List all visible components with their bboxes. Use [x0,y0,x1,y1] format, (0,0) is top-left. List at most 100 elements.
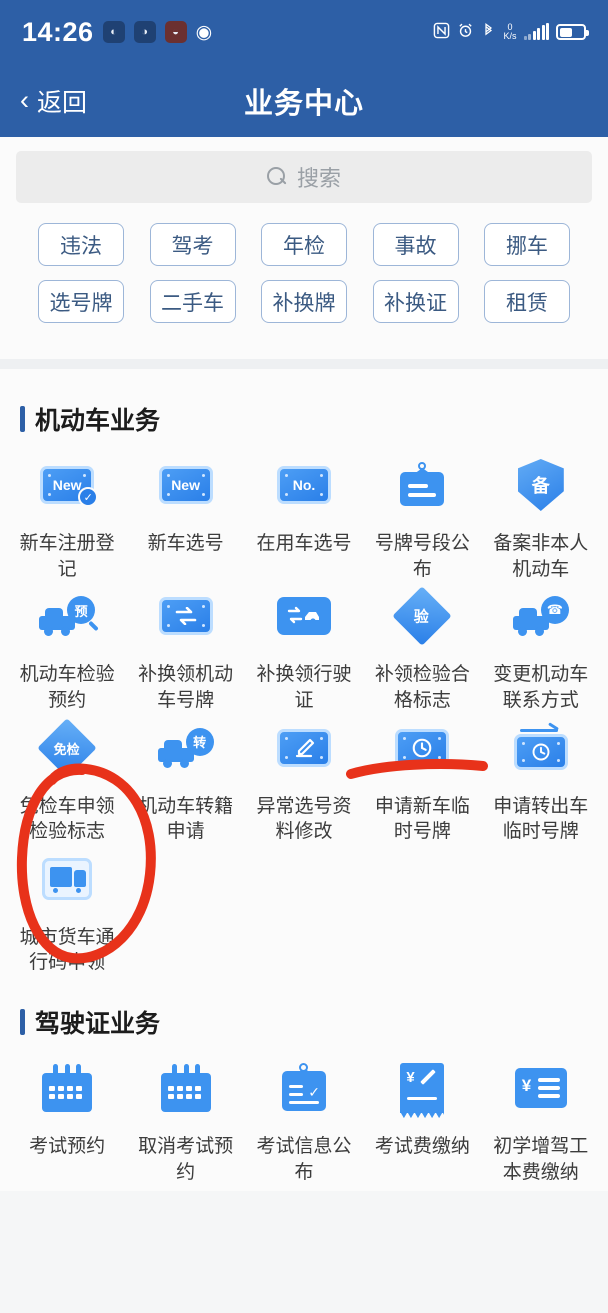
grid-item-label: 补换领行驶证 [256,664,352,711]
status-bar: 14:26 ◐ ◑ ◒ ◉ 0 K/s [0,0,608,64]
grid-item-label: 机动车检验预约 [19,664,115,711]
grid-item-new-vehicle-registration[interactable]: New ✓ 新车注册登记 [8,457,126,582]
back-button[interactable]: ‹ 返回 [20,83,87,119]
section-divider [0,359,608,369]
signboard-icon [394,457,450,513]
bubble-text: 预 [67,596,96,625]
grid-item-new-vehicle-plate-selection[interactable]: New 新车选号 [126,457,244,582]
chevron-left-icon: ‹ [20,85,29,115]
app-badge-1: ◐ [102,21,125,43]
search-and-tags-panel: 搜索 违法 驾考 年检 事故 挪车 选号牌 二手车 补换牌 补换证 租赁 [0,137,608,359]
search-icon [266,167,287,187]
plate-exchange-icon [158,588,214,644]
tag-buhuanpai[interactable]: 补换牌 [261,280,347,323]
diamond-yan-icon: 验 [392,586,453,646]
truck-box-icon [39,851,95,907]
section-vehicle-services: 机动车业务 New ✓ 新车注册登记 New 新车选号 No. 在用车选号 号牌… [0,369,608,983]
grid-item-label: 备案非本人机动车 [493,533,589,580]
grid-item-vehicle-inspection-appointment[interactable]: 预 机动车检验预约 [8,588,126,713]
nfc-icon [433,22,450,42]
tag-nianjian[interactable]: 年检 [261,223,347,266]
yen-symbol: ¥ [521,1076,532,1096]
grid-item-cancel-exam-appointment[interactable]: 取消考试预约 [126,1060,244,1185]
phone-screen: 14:26 ◐ ◑ ◒ ◉ 0 K/s ‹ 返回 业务中心 搜索 违法 驾考 年… [0,0,608,1313]
diamond-mianjian-icon: 免检 [37,717,97,778]
eye-icon: ◉ [195,21,213,43]
grid-item-label: 取消考试预约 [138,1136,234,1183]
check-icon: ✓ [78,487,99,507]
alarm-icon [457,22,474,42]
arrow-icon [519,721,562,734]
grid-item-city-truck-pass-code[interactable]: 城市货车通行码申领 [8,851,126,976]
grid-item-exam-fee-payment[interactable]: ¥ 考试费缴纳 [363,1060,481,1185]
grid-item-replace-driving-license[interactable]: 补换领行驶证 [245,588,363,713]
nav-bar: ‹ 返回 业务中心 [0,64,608,137]
car-phone-icon: ☎ [512,588,569,644]
quick-tags-row-1: 违法 驾考 年检 事故 挪车 [38,223,570,266]
tag-nuoche[interactable]: 挪车 [484,223,570,266]
grid-item-vehicle-transfer-application[interactable]: 转 机动车转籍申请 [126,720,244,845]
tag-weifa[interactable]: 违法 [38,223,124,266]
grid-item-label: 申请转出车临时号牌 [493,795,589,843]
grid-item-apply-new-vehicle-temp-plate[interactable]: 申请新车临时号牌 [363,720,481,845]
shield-text: 备 [531,476,550,496]
grid-item-label: 申请新车临时号牌 [374,795,470,843]
grid-item-apply-transfer-out-temp-plate[interactable]: 申请转出车临时号牌 [482,720,600,845]
grid-item-in-use-vehicle-plate-selection[interactable]: No. 在用车选号 [245,457,363,582]
tag-zulin[interactable]: 租赁 [484,280,570,323]
plate-text: New [171,477,200,493]
tag-jiakao[interactable]: 驾考 [149,223,236,266]
section-header: 机动车业务 [0,389,608,441]
grid-item-label: 异常选号资料修改 [256,795,352,843]
grid-item-record-non-owned-vehicle[interactable]: 备 备案非本人机动车 [482,457,600,582]
search-input[interactable]: 搜索 [16,151,592,203]
status-bar-left: 14:26 ◐ ◑ ◒ ◉ [22,17,212,48]
grid-item-exempt-vehicle-inspection-mark[interactable]: 免检 免检车申领检验标志 [8,717,126,845]
search-placeholder: 搜索 [296,166,341,191]
plate-clock-icon [394,720,450,776]
grid-item-label: 新车注册登记 [19,533,115,580]
plate-text: No. [292,477,316,493]
receipt-yen-pencil-icon: ¥ [394,1060,450,1116]
clipboard-check-icon: ✓ [276,1060,332,1116]
tag-shigu[interactable]: 事故 [372,223,459,266]
grid-item-label: 考试信息公布 [256,1136,352,1183]
signal-icon [523,23,549,40]
diamond-text: 验 [414,608,430,626]
network-speed-unit: K/s [503,31,517,41]
bluetooth-icon [481,22,496,42]
grid-item-label: 号牌号段公布 [374,533,470,580]
grid-item-plate-number-range-announcement[interactable]: 号牌号段公布 [363,457,481,582]
grid-item-exam-info-announcement[interactable]: ✓ 考试信息公布 [245,1060,363,1185]
card-car-exchange-icon [276,588,332,644]
calendar-icon [158,1060,214,1116]
grid-item-license-cost-payment[interactable]: ¥ 初学增驾工本费缴纳 [482,1060,600,1185]
plate-new-check-icon: New ✓ [39,457,99,513]
battery-icon [556,24,589,40]
grid-item-replace-vehicle-plate[interactable]: 补换领机动车号牌 [126,588,244,713]
grid-item-label: 新车选号 [147,533,224,554]
tag-buhuanzheng[interactable]: 补换证 [372,280,459,323]
app-badge-3: ◒ [164,21,187,43]
tag-ershouche[interactable]: 二手车 [149,280,236,323]
car-zhuan-icon: 转 [157,720,214,776]
grid-item-label: 在用车选号 [256,533,352,554]
grid-item-exam-appointment[interactable]: 考试预约 [8,1060,126,1185]
back-label: 返回 [37,88,88,117]
grid-item-change-vehicle-contact[interactable]: ☎ 变更机动车联系方式 [482,588,600,713]
phone-icon: ☎ [540,596,569,625]
car-magnifier-yu-icon: 预 [39,588,96,644]
tag-xuanhaopai[interactable]: 选号牌 [38,280,124,323]
quick-tags: 违法 驾考 年检 事故 挪车 选号牌 二手车 补换牌 补换证 租赁 [16,203,592,323]
grid-item-abnormal-plate-data-edit[interactable]: 异常选号资料修改 [245,720,363,845]
vehicle-services-grid: New ✓ 新车注册登记 New 新车选号 No. 在用车选号 号牌号段公布 备… [0,441,608,976]
bubble-text: 转 [185,727,214,756]
plate-no-icon: No. [276,457,332,513]
calendar-icon [39,1060,95,1116]
network-speed: 0 K/s [503,23,516,41]
status-bar-right: 0 K/s [433,22,589,42]
grid-item-label: 初学增驾工本费缴纳 [493,1136,589,1183]
section-accent-bar [20,406,25,432]
grid-item-reissue-inspection-mark[interactable]: 验 补领检验合格标志 [363,586,481,713]
section-license-services: 驾驶证业务 考试预约 取消考试预约 ✓ 考试信息公布 ¥ 考试费缴纳 ¥ 初学增… [0,982,608,1192]
